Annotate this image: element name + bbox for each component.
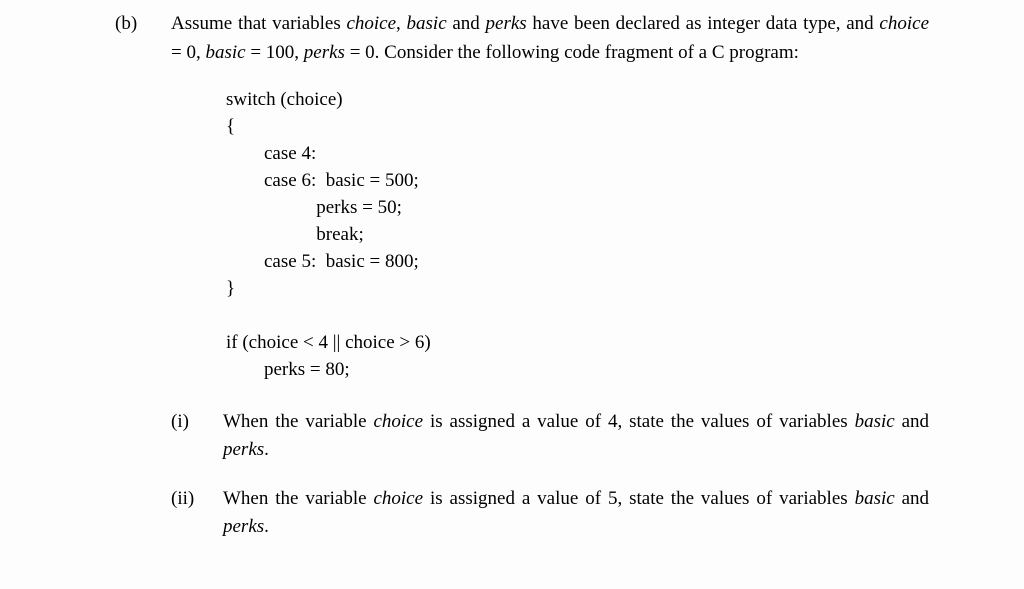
sub-content: When the variable choice is assigned a v… (223, 408, 929, 465)
text: = 100, (246, 42, 304, 63)
sub-label: (i) (171, 408, 205, 465)
question-b: (b) Assume that variables choice, basic … (115, 10, 929, 562)
var-perks: perks (223, 439, 264, 460)
question-content: Assume that variables choice, basic and … (171, 10, 929, 562)
text: Assume that variables (171, 13, 346, 34)
question-intro: Assume that variables choice, basic and … (171, 10, 929, 67)
text: and (447, 13, 486, 34)
text: = 0, (171, 42, 205, 63)
text: have been declared as integer data type,… (527, 13, 880, 34)
text: and (895, 411, 929, 432)
text: is assigned a value of 5, state the valu… (423, 488, 855, 509)
sub-content: When the variable choice is assigned a v… (223, 485, 929, 542)
text: , (396, 13, 406, 34)
var-choice: choice (373, 411, 423, 432)
var-choice: choice (373, 488, 423, 509)
text: is assigned a value of 4, state the valu… (423, 411, 855, 432)
var-basic: basic (855, 411, 895, 432)
sub-question-ii: (ii) When the variable choice is assigne… (171, 485, 929, 542)
var-choice: choice (879, 13, 929, 34)
var-basic: basic (407, 13, 447, 34)
text: . (264, 439, 269, 460)
var-perks: perks (486, 13, 527, 34)
var-choice: choice (346, 13, 396, 34)
text: = 0. Consider the following code fragmen… (345, 42, 799, 63)
text: . (264, 516, 269, 537)
var-perks: perks (223, 516, 264, 537)
var-perks: perks (304, 42, 345, 63)
var-basic: basic (855, 488, 895, 509)
sub-label: (ii) (171, 485, 205, 542)
text: When the variable (223, 411, 373, 432)
question-label: (b) (115, 10, 153, 562)
text: and (895, 488, 929, 509)
var-basic: basic (205, 42, 245, 63)
code-fragment: switch (choice) { case 4: case 6: basic … (226, 87, 929, 384)
text: When the variable (223, 488, 373, 509)
sub-question-i: (i) When the variable choice is assigned… (171, 408, 929, 465)
